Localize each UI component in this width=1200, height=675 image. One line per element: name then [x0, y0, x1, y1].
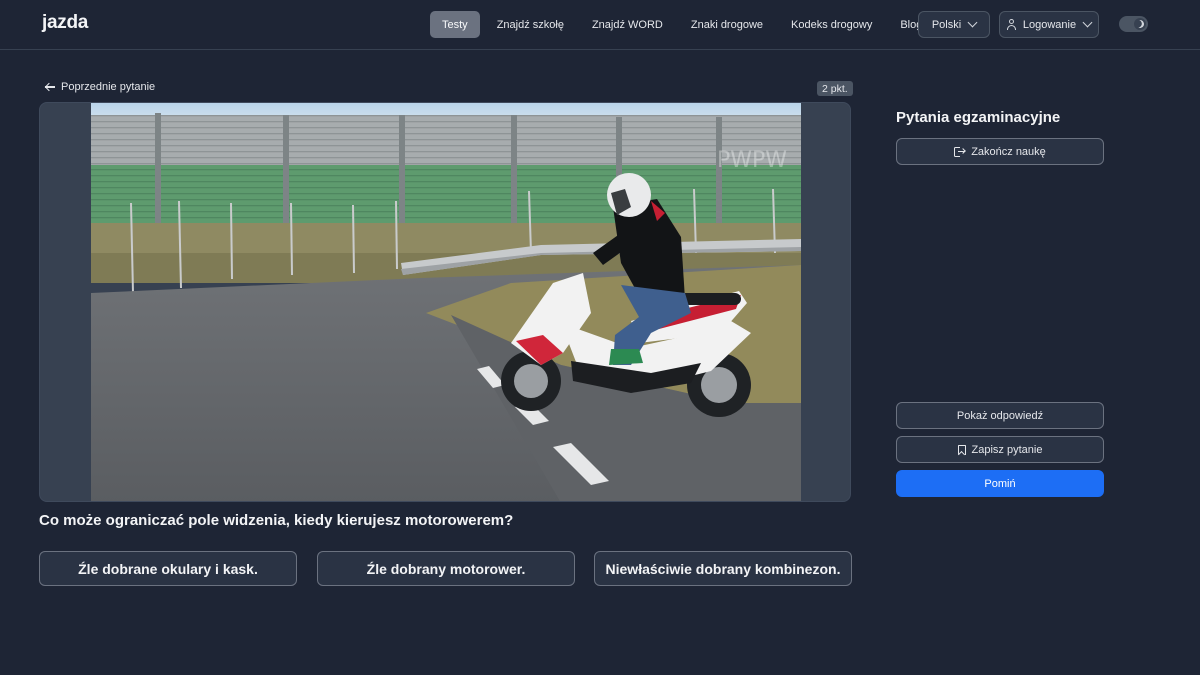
chevron-down-icon — [967, 17, 978, 28]
language-label: Polski — [931, 18, 962, 31]
logo[interactable]: jazda — [42, 12, 88, 34]
logo-text: jazda — [42, 12, 89, 33]
sidebar-title: Pytania egzaminacyjne — [896, 109, 1061, 126]
skip-label: Pomiń — [984, 477, 1016, 490]
show-answer-button[interactable]: Pokaż odpowiedź — [896, 402, 1104, 429]
bookmark-icon — [957, 444, 966, 455]
nav-links: Testy Znajdź szkołę Znajdź WORD Znaki dr… — [430, 11, 936, 38]
login-button[interactable]: Logowanie — [999, 11, 1099, 38]
save-question-button[interactable]: Zapisz pytanie — [896, 436, 1104, 463]
previous-question-label: Poprzednie pytanie — [61, 81, 156, 93]
answer-option-1[interactable]: Źle dobrane okulary i kask. — [39, 551, 297, 586]
photo-watermark: PWPW — [717, 148, 787, 173]
answer-option-3[interactable]: Niewłaściwie dobrany kombinezon. — [594, 551, 852, 586]
finish-learning-button[interactable]: Zakończ naukę — [896, 138, 1104, 165]
save-question-label: Zapisz pytanie — [971, 443, 1043, 456]
show-answer-label: Pokaż odpowiedź — [956, 409, 1044, 422]
nav-link-testy[interactable]: Testy — [430, 11, 480, 38]
toggle-knob — [1134, 18, 1146, 30]
points-badge: 2 pkt. — [817, 81, 853, 96]
skip-button[interactable]: Pomiń — [896, 470, 1104, 497]
login-label: Logowanie — [1022, 18, 1077, 31]
arrow-left-icon — [45, 83, 55, 91]
nav-link-find-word[interactable]: Znajdź WORD — [578, 11, 677, 38]
theme-toggle[interactable] — [1119, 16, 1148, 32]
user-icon — [1007, 19, 1017, 30]
nav-link-road-signs[interactable]: Znaki drogowe — [677, 11, 777, 38]
previous-question-link[interactable]: Poprzednie pytanie — [45, 81, 155, 93]
chevron-down-icon — [1082, 17, 1093, 28]
language-select[interactable]: Polski — [918, 11, 990, 38]
question-media: PWPW — [39, 102, 851, 502]
question-text: Co może ograniczać pole widzenia, kiedy … — [39, 512, 514, 529]
logout-icon — [954, 146, 966, 157]
moon-icon — [1135, 19, 1145, 29]
top-navbar: jazda Testy Znajdź szkołę Znajdź WORD Zn… — [0, 0, 1200, 50]
nav-link-find-school[interactable]: Znajdź szkołę — [483, 11, 578, 38]
finish-learning-label: Zakończ naukę — [971, 145, 1046, 158]
nav-link-highway-code[interactable]: Kodeks drogowy — [777, 11, 886, 38]
answer-option-2[interactable]: Źle dobrany motorower. — [317, 551, 575, 586]
question-photo: PWPW — [91, 103, 801, 501]
